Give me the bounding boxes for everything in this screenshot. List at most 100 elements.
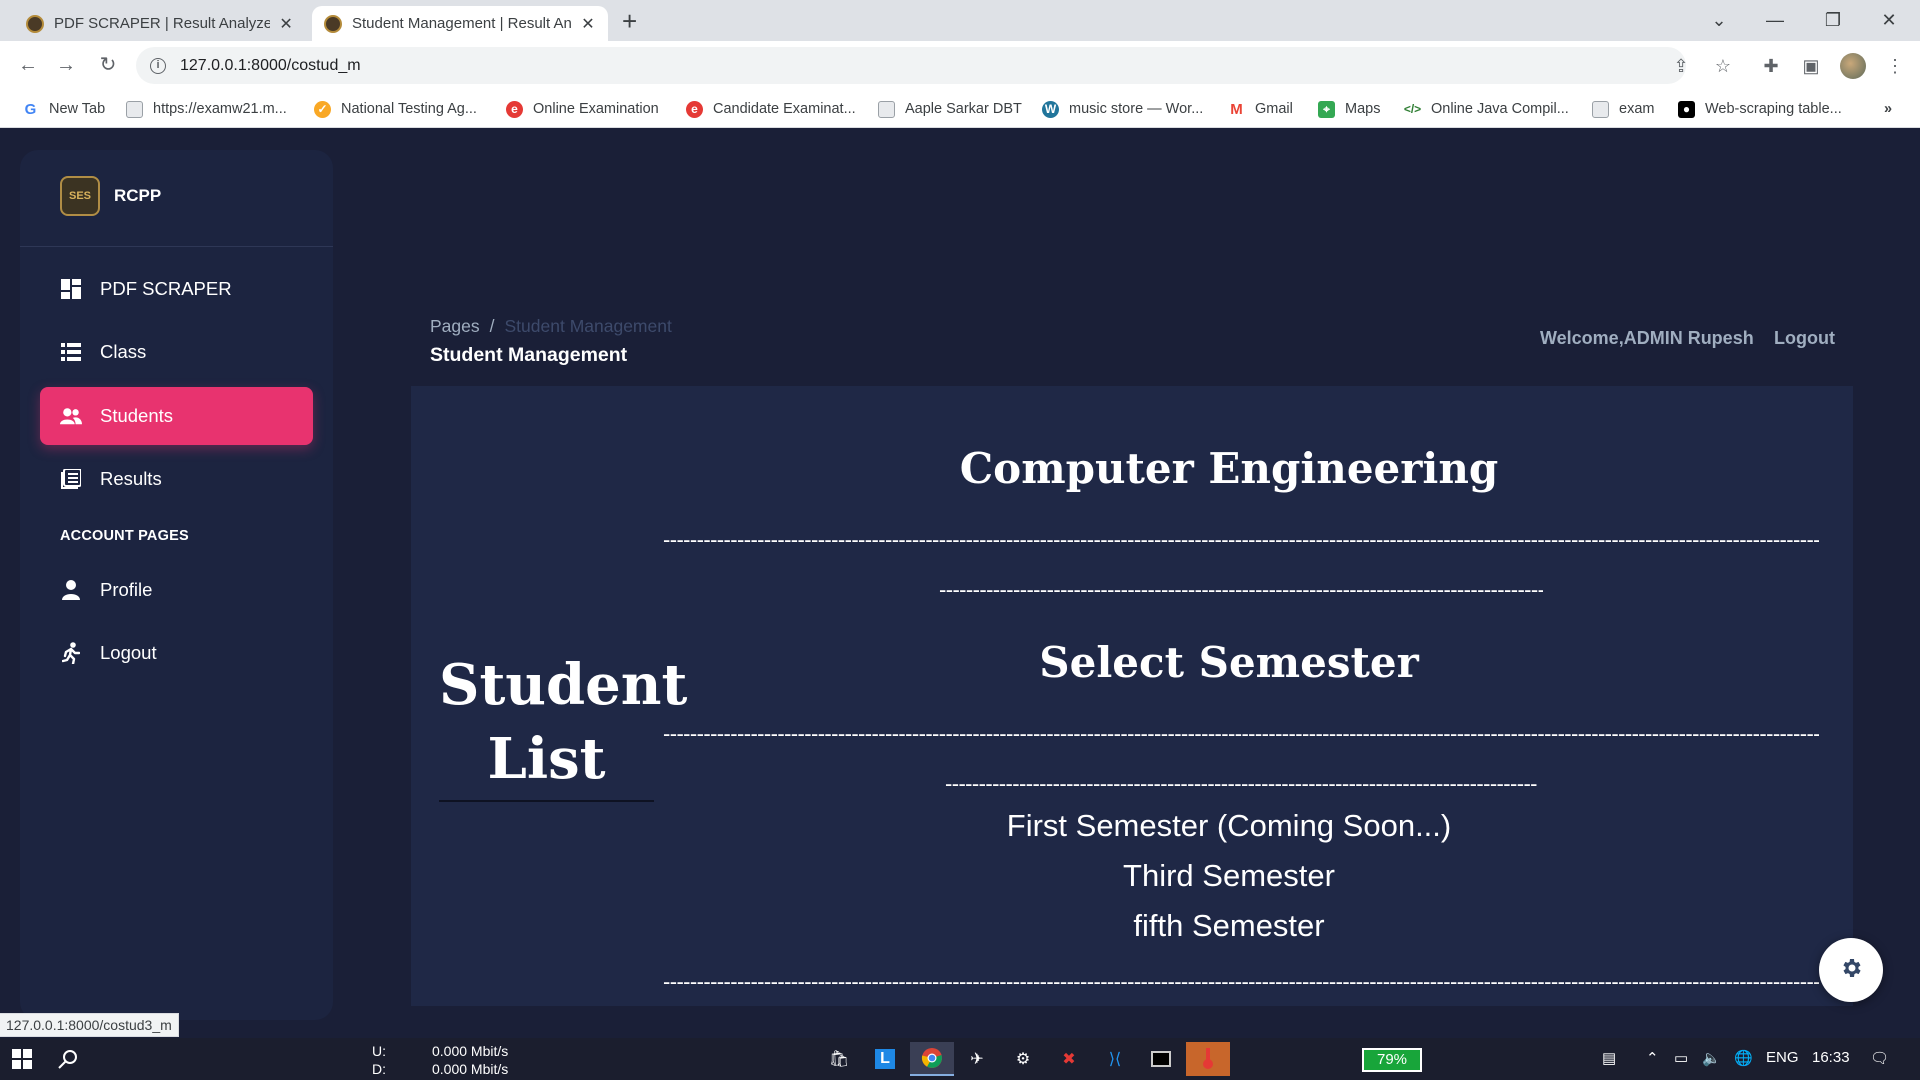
bookmark-web-scraping[interactable]: ● Web-scraping table... [1678,98,1842,120]
semester-link-first[interactable]: First Semester (Coming Soon...) [639,808,1819,844]
exam-icon: e [686,100,703,118]
sidebar-item-results[interactable]: Results [40,450,313,508]
address-url: 127.0.0.1:8000/costud_m [180,56,361,74]
bookmark-java-compiler[interactable]: </> Online Java Compil... [1404,98,1569,120]
bookmark-exam[interactable]: exam [1592,98,1654,120]
semester-link-fifth[interactable]: fifth Semester [639,908,1819,944]
tab-search-icon[interactable]: ⌄ [1696,4,1742,36]
semester-link-third[interactable]: Third Semester [639,858,1819,894]
minimize-button[interactable]: — [1752,4,1798,36]
news-icon[interactable]: ▤ [1602,1049,1616,1067]
section-title-account-pages: ACCOUNT PAGES [60,528,189,544]
sidebar-item-label: Results [100,468,162,489]
brand[interactable]: SES RCPP [60,176,161,216]
maps-icon: ⌖ [1318,100,1335,118]
college-logo: SES [60,176,100,216]
language-indicator[interactable]: ENG [1766,1049,1799,1066]
site-favicon-icon [26,14,44,33]
bookmark-aaple-sarkar[interactable]: Aaple Sarkar DBT [878,98,1022,120]
windows-start-icon[interactable] [8,1046,36,1072]
tab-title: Student Management | Result An [352,15,572,32]
breadcrumb-pages[interactable]: Pages [430,316,480,336]
lightshot-icon[interactable]: L [872,1046,898,1072]
page-icon [126,100,143,118]
close-window-button[interactable]: ✕ [1866,4,1912,36]
dashed-divider: ----------------------------------------… [945,772,1537,796]
running-icon [60,642,82,664]
bookmark-maps[interactable]: ⌖ Maps [1318,98,1380,120]
new-tab-button[interactable]: + [622,6,637,36]
page-icon [878,100,895,118]
browser-tab-student-management[interactable]: Student Management | Result An ✕ [312,6,608,41]
file-transfer-icon[interactable]: ✈ [964,1046,990,1072]
battery-icon[interactable]: ▭ [1674,1049,1688,1067]
xampp-icon[interactable]: ✖ [1056,1046,1082,1072]
vscode-icon[interactable]: ⟩⟨ [1102,1046,1128,1072]
close-tab-icon[interactable]: ✕ [278,14,294,34]
google-icon: G [22,100,39,118]
more-bookmarks-icon[interactable]: » [1884,98,1892,120]
main-card: Student List Computer Engineering ------… [411,386,1853,1006]
dashed-divider: ----------------------------------------… [663,970,1819,994]
sidebar-item-class[interactable]: Class [40,323,313,381]
chevron-up-icon[interactable]: ⌃ [1646,1049,1659,1067]
back-button[interactable]: ← [14,51,42,79]
table-icon [60,468,82,490]
upload-speed: 0.000 Mbit/s [432,1043,509,1059]
sidebar-item-pdf-scraper[interactable]: PDF SCRAPER [40,260,313,318]
share-icon[interactable]: ⇪ [1668,53,1694,79]
profile-avatar[interactable] [1840,53,1866,79]
browser-toolbar: ← → ↻ i 127.0.0.1:8000/costud_m ⇪ ☆ ✚ ▣ … [0,41,1920,90]
settings-icon[interactable]: ⚙ [1010,1046,1036,1072]
globe-icon[interactable]: 🌐 [1734,1049,1753,1067]
sidebar-item-label: Logout [100,642,157,663]
welcome-text: Welcome,ADMIN Rupesh [1540,328,1754,348]
browser-tab-bar: PDF SCRAPER | Result Analyzer S ✕ Studen… [0,0,1920,41]
list-icon [60,341,82,363]
extensions-icon[interactable]: ✚ [1758,53,1784,79]
bookmark-nta[interactable]: ✓ National Testing Ag... [314,98,477,120]
user-icon [60,579,82,601]
sidebar-item-profile[interactable]: Profile [40,561,313,619]
department-title: Computer Engineering [959,444,1499,493]
menu-icon[interactable]: ⋮ [1882,53,1908,79]
bookmarks-bar: G New Tab https://examw21.m... ✓ Nationa… [0,90,1920,128]
terminal-icon[interactable] [1148,1046,1174,1072]
bookmark-new-tab[interactable]: G New Tab [22,98,105,120]
site-info-icon[interactable]: i [150,57,166,74]
breadcrumb-current: Student Management [504,316,672,336]
store-icon[interactable]: 🛍 [826,1046,852,1072]
bookmark-online-examination[interactable]: e Online Examination [506,98,659,120]
notifications-icon[interactable]: 🗨 [1870,1049,1889,1067]
select-semester-title: Select Semester [1039,638,1419,687]
settings-fab[interactable] [1819,938,1883,1002]
bookmark-music-store[interactable]: W music store — Wor... [1042,98,1203,120]
bookmark-star-icon[interactable]: ☆ [1710,53,1736,79]
code-icon: </> [1403,100,1422,118]
address-bar[interactable]: i 127.0.0.1:8000/costud_m [136,47,1686,84]
search-icon[interactable] [54,1046,82,1072]
close-tab-icon[interactable]: ✕ [580,14,596,34]
volume-icon[interactable]: 🔈 [1702,1049,1721,1067]
bookmark-candidate-examination[interactable]: e Candidate Examinat... [686,98,856,120]
battery-indicator[interactable]: 79% [1362,1048,1422,1072]
sidebar-item-label: Class [100,341,147,362]
app-icon[interactable] [1186,1042,1230,1076]
dashed-divider: ----------------------------------------… [663,528,1819,552]
side-panel-icon[interactable]: ▣ [1798,53,1824,79]
bookmark-examw21[interactable]: https://examw21.m... [126,98,287,120]
clock[interactable]: 16:33 [1812,1049,1850,1066]
forward-button[interactable]: → [52,51,80,79]
logout-link[interactable]: Logout [1774,328,1835,349]
dashed-divider: ----------------------------------------… [939,578,1543,602]
exam-icon: e [506,100,523,118]
sidebar-item-students[interactable]: Students [40,387,313,445]
users-icon [60,405,82,427]
sidebar-item-logout[interactable]: Logout [40,624,313,682]
chrome-icon[interactable] [910,1042,954,1076]
reload-button[interactable]: ↻ [94,51,122,79]
browser-tab-pdf-scraper[interactable]: PDF SCRAPER | Result Analyzer S ✕ [14,6,306,41]
restore-button[interactable]: ❐ [1810,4,1856,36]
network-speed-widget: U: 0.000 Mbit/s D: 0.000 Mbit/s [372,1043,509,1077]
bookmark-gmail[interactable]: M Gmail [1228,98,1293,120]
